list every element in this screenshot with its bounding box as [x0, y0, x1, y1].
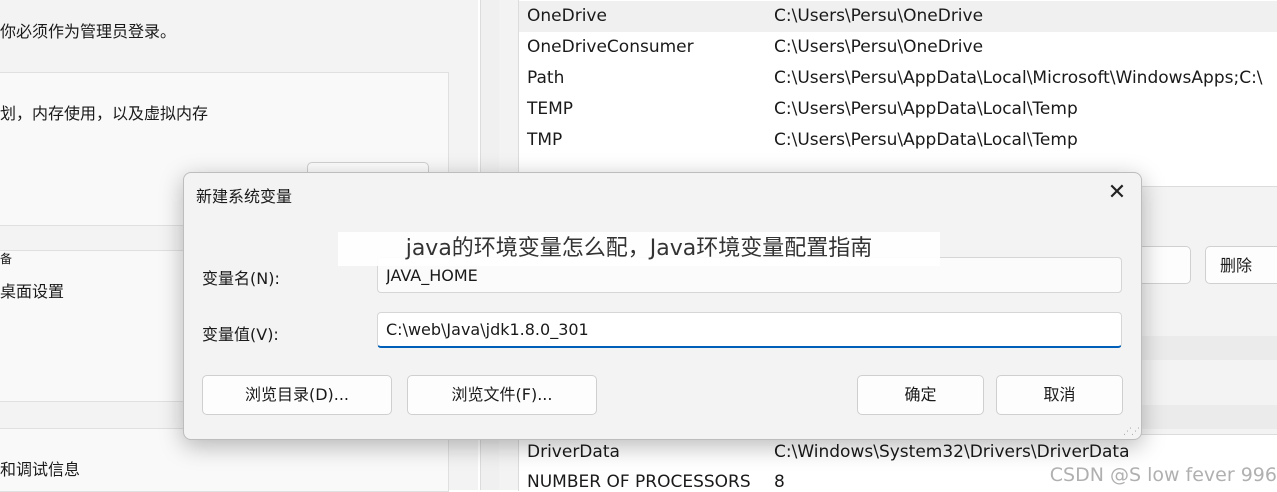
env-value: C:\Users\Persu\AppData\Local\Temp — [774, 99, 1078, 119]
article-title-overlay: java的环境变量怎么配，Java环境变量配置指南 — [338, 232, 940, 266]
env-row[interactable]: Path C:\Users\Persu\AppData\Local\Micros… — [519, 63, 1277, 94]
debug-info-label: 和调试信息 — [0, 460, 81, 479]
admin-note: 你必须作为管理员登录。 — [0, 22, 177, 41]
env-row[interactable]: OneDrive C:\Users\Persu\OneDrive — [519, 1, 1277, 32]
dialog-title: 新建系统变量 — [196, 187, 293, 206]
env-value: 8 — [774, 472, 785, 491]
resize-grip-icon[interactable]: ⋰⋰ — [1123, 427, 1140, 437]
env-name: TEMP — [527, 99, 574, 119]
delete-variable-button[interactable]: 删除 — [1205, 246, 1277, 284]
env-name: Path — [527, 68, 565, 88]
variable-value-label: 变量值(V): — [202, 325, 279, 344]
browse-directory-button[interactable]: 浏览目录(D)... — [202, 375, 392, 415]
desktop-settings-label: 桌面设置 — [0, 282, 65, 301]
env-row[interactable]: TMP C:\Users\Persu\AppData\Local\Temp — [519, 125, 1277, 156]
env-value: C:\Users\Persu\AppData\Local\Microsoft\W… — [774, 68, 1263, 88]
variable-value-input[interactable] — [377, 312, 1122, 348]
new-system-variable-dialog: 新建系统变量 ✕ 变量名(N): 变量值(V): 浏览目录(D)... 浏览文件… — [183, 172, 1142, 440]
env-row[interactable]: OneDriveConsumer C:\Users\Persu\OneDrive — [519, 32, 1277, 63]
env-value: C:\Users\Persu\OneDrive — [774, 37, 984, 57]
user-variables-list[interactable]: OneDrive C:\Users\Persu\OneDrive OneDriv… — [518, 0, 1277, 187]
variable-name-label: 变量名(N): — [202, 269, 280, 288]
ok-button[interactable]: 确定 — [857, 375, 984, 415]
env-value: C:\Users\Persu\AppData\Local\Temp — [774, 130, 1078, 150]
close-icon[interactable]: ✕ — [1101, 177, 1133, 209]
csdn-watermark: CSDN @S low fever 996 — [1049, 464, 1277, 486]
browse-file-button[interactable]: 浏览文件(F)... — [407, 375, 597, 415]
env-name: TMP — [527, 130, 563, 150]
performance-description: 划，内存使用，以及虚拟内存 — [0, 104, 209, 123]
env-value: C:\Users\Persu\OneDrive — [774, 6, 984, 26]
env-name: OneDrive — [527, 6, 607, 26]
env-row[interactable]: TEMP C:\Users\Persu\AppData\Local\Temp — [519, 94, 1277, 125]
env-name: OneDriveConsumer — [527, 37, 694, 57]
env-name: DriverData — [527, 442, 620, 462]
section-fragment: 备 — [0, 252, 13, 266]
env-name: NUMBER OF PROCESSORS — [527, 472, 751, 491]
cancel-button[interactable]: 取消 — [996, 375, 1123, 415]
